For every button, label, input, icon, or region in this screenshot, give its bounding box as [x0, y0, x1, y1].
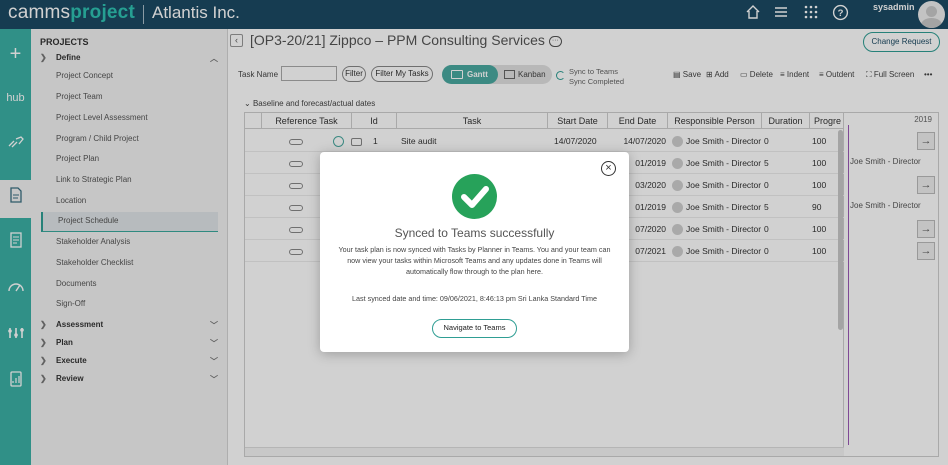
navigate-to-teams-button[interactable]: Navigate to Teams: [432, 319, 517, 338]
synced-to-teams-dialog: × Synced to Teams successfully Your task…: [320, 152, 629, 352]
modal-body: Your task plan is now synced with Tasks …: [338, 245, 611, 276]
modal-title: Synced to Teams successfully: [394, 226, 555, 240]
close-icon[interactable]: ×: [601, 161, 616, 176]
last-synced-text: Last synced date and time: 09/06/2021, 8…: [352, 294, 597, 303]
success-check-icon: [452, 174, 497, 219]
